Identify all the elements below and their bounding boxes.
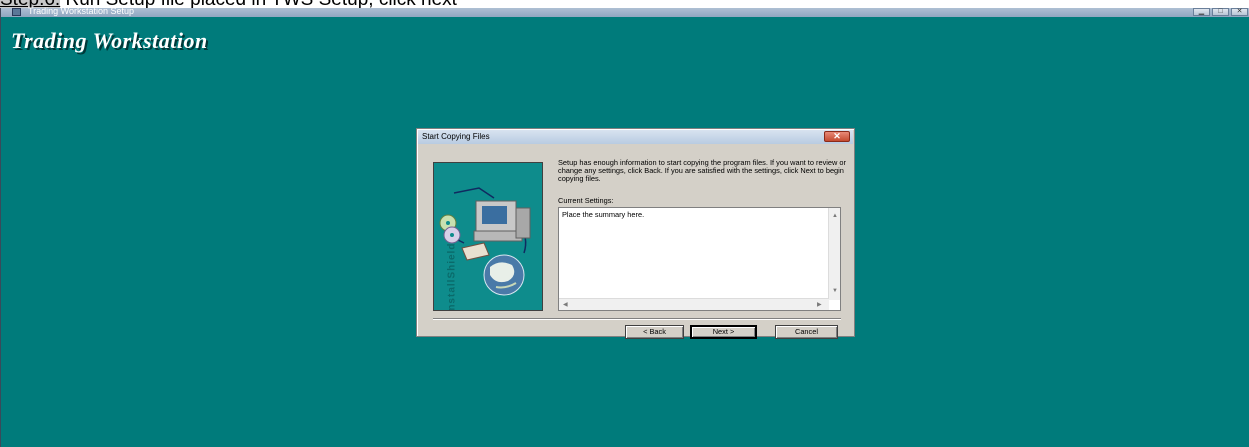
horizontal-scrollbar[interactable]: ◀ ▶	[559, 298, 829, 310]
dialog-divider	[433, 318, 841, 320]
brand-title: Trading Workstation	[11, 28, 208, 53]
maximize-icon: □	[1218, 8, 1223, 15]
next-button[interactable]: Next >	[690, 325, 757, 339]
summary-text: Place the summary here.	[562, 210, 645, 219]
setup-app-icon	[12, 8, 21, 16]
dialog-close-button[interactable]: ✕	[824, 131, 850, 142]
dialog-title: Start Copying Files	[422, 132, 490, 141]
dialog-close-icon: ✕	[833, 131, 841, 141]
cancel-button[interactable]: Cancel	[775, 325, 838, 339]
window-title: Trading Workstation Setup	[28, 6, 135, 16]
dialog-titlebar[interactable]: Start Copying Files ✕	[418, 130, 853, 144]
setup-window: Trading Workstation Setup ▁ □ ✕ Trading …	[0, 6, 1249, 447]
minimize-button[interactable]: ▁	[1193, 8, 1210, 16]
current-settings-box[interactable]: Place the summary here. ▲ ▼ ◀ ▶	[558, 207, 841, 311]
dialog-message: Setup has enough information to start co…	[558, 158, 846, 183]
vertical-scrollbar[interactable]: ▲ ▼	[828, 208, 840, 300]
close-icon: ✕	[1236, 8, 1243, 15]
current-settings-label: Current Settings:	[558, 196, 614, 205]
close-button[interactable]: ✕	[1231, 8, 1248, 16]
scroll-down-icon[interactable]: ▼	[832, 288, 838, 294]
back-button[interactable]: < Back	[625, 325, 684, 339]
scroll-up-icon[interactable]: ▲	[832, 213, 838, 219]
installshield-artwork: InstallShield	[433, 162, 543, 311]
window-titlebar[interactable]: Trading Workstation Setup ▁ □ ✕	[1, 6, 1249, 17]
scroll-right-icon[interactable]: ▶	[817, 302, 822, 308]
minimize-icon: ▁	[1198, 8, 1205, 15]
art-vertical-text: InstallShield	[446, 242, 458, 311]
start-copying-dialog: Start Copying Files ✕ InstallShield Setu…	[416, 128, 855, 339]
scroll-left-icon[interactable]: ◀	[563, 302, 568, 308]
maximize-button[interactable]: □	[1212, 8, 1229, 16]
